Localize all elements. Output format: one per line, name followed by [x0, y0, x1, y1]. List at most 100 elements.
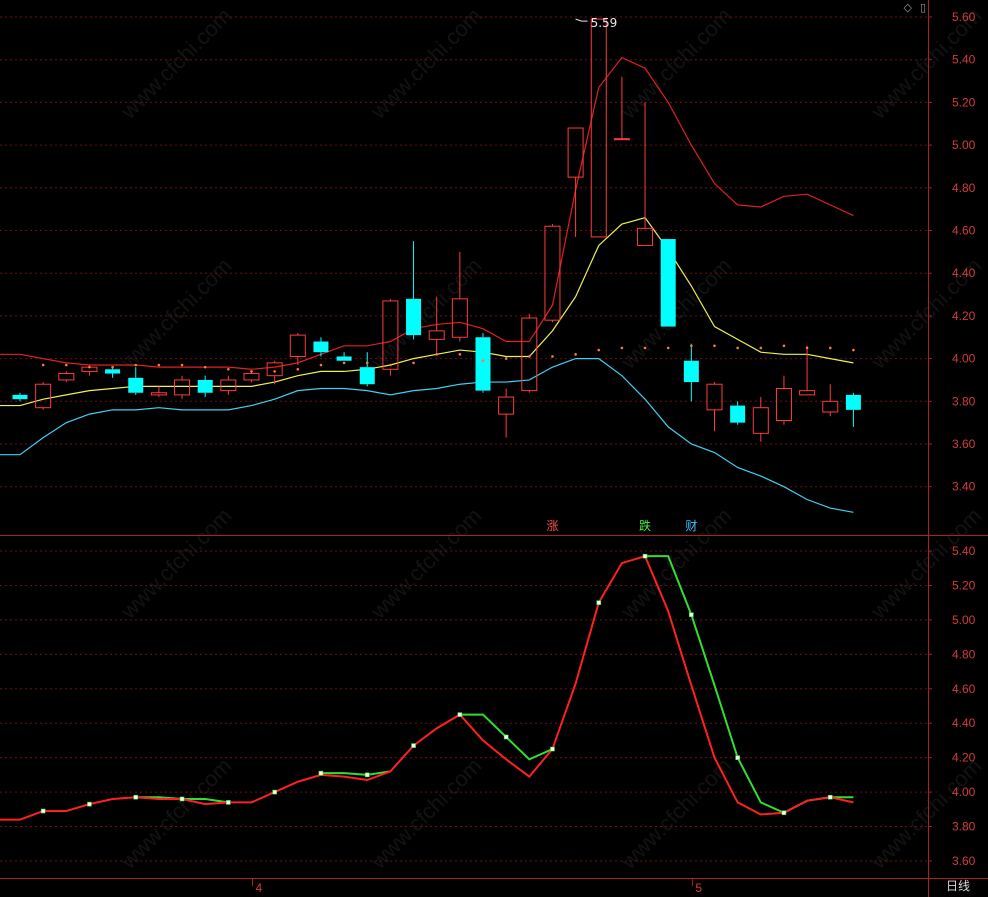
watermark-text: www.cfchi.com [365, 3, 486, 124]
candle[interactable] [243, 371, 260, 383]
candle[interactable] [336, 352, 352, 361]
candle[interactable] [174, 375, 191, 400]
candle-body-down [475, 337, 491, 391]
line-marker [550, 746, 555, 752]
event-marker[interactable]: 跌 [639, 518, 651, 533]
candle-body-down [660, 239, 676, 327]
event-marker[interactable]: 财 [685, 519, 697, 533]
candle[interactable] [706, 382, 723, 432]
y-tick-label: 5.20 [952, 578, 976, 592]
grid-layer [0, 16, 928, 862]
candle-body-up [706, 383, 723, 411]
candle[interactable] [12, 392, 28, 402]
event-marker[interactable]: 涨 [546, 518, 558, 533]
dot-line-point [319, 363, 323, 367]
candle[interactable] [150, 386, 167, 398]
dot-line-point [88, 365, 91, 369]
dot-line-point [805, 346, 809, 350]
candle[interactable] [799, 345, 816, 396]
line-marker [411, 743, 416, 748]
dot-line-point [458, 353, 462, 356]
candle-body-up [58, 373, 75, 381]
y-tick-label: 4.80 [952, 647, 976, 661]
dot-line-point [574, 353, 577, 356]
y-tick-label: 3.60 [952, 437, 976, 451]
candle[interactable] [775, 375, 792, 425]
dot-line-point [759, 346, 763, 350]
y-tick-label: 4.40 [952, 266, 976, 280]
candle[interactable] [105, 367, 121, 378]
line-marker [179, 796, 185, 802]
candle-body-down [313, 341, 329, 353]
candle[interactable] [475, 332, 491, 393]
y-tick-label: 3.40 [952, 480, 976, 494]
dot-line-point [528, 355, 531, 358]
panel-icon[interactable]: ▯ [920, 1, 926, 14]
line-marker [40, 808, 46, 814]
dot-line-point [365, 361, 369, 365]
candle[interactable] [683, 343, 699, 402]
candle[interactable] [544, 224, 561, 323]
dot-line-point [713, 344, 716, 348]
candle-body-up [243, 373, 260, 381]
candle[interactable] [406, 241, 422, 340]
candle[interactable] [498, 388, 515, 438]
line-marker [87, 801, 92, 807]
dot-line-point [134, 363, 138, 367]
candle-body-down [845, 394, 861, 410]
candle[interactable] [845, 392, 861, 427]
dot-line-point [111, 365, 114, 369]
candle[interactable] [730, 401, 746, 425]
dot-line-point [203, 365, 207, 369]
dot-line-point [412, 361, 415, 365]
candle[interactable] [752, 397, 769, 442]
dot-line-point [389, 363, 392, 367]
candle[interactable] [590, 18, 607, 238]
dot-line-point [782, 344, 786, 348]
candle[interactable] [822, 384, 839, 417]
candle[interactable] [660, 239, 676, 327]
panel-frames [0, 0, 988, 897]
dot-line-point [828, 346, 832, 350]
dot-line-point [690, 344, 693, 348]
dot-line-series [41, 344, 855, 373]
line-marker [364, 772, 370, 778]
candle-body-down [128, 377, 144, 393]
line-marker [503, 734, 509, 740]
candle-body-down [12, 394, 28, 400]
line-marker [781, 810, 787, 816]
y-tick-label: 5.40 [952, 53, 976, 67]
candle-body-up [220, 379, 237, 392]
y-tick-label: 4.40 [952, 716, 976, 730]
watermark-text: www.cfchi.com [865, 503, 986, 624]
candle[interactable] [313, 337, 329, 357]
diamond-icon[interactable]: ◇ [904, 1, 912, 14]
candle[interactable] [289, 332, 306, 366]
dot-line-point [643, 346, 647, 350]
y-tick-label: 3.80 [952, 820, 976, 834]
watermark-text: www.cfchi.com [615, 503, 736, 624]
candle-body-down [683, 360, 699, 383]
watermark-text: www.cfchi.com [115, 753, 236, 874]
candle[interactable] [567, 127, 584, 237]
line-marker [318, 770, 324, 776]
candle[interactable] [58, 371, 75, 383]
dot-line-point [180, 363, 184, 367]
candle-body-down [197, 379, 213, 393]
y-tick-label: 5.20 [952, 95, 976, 109]
line-marker [457, 712, 463, 717]
candle-body-down [730, 405, 746, 423]
y-tick-label: 4.80 [952, 181, 976, 195]
period-label[interactable]: 日线 [946, 877, 970, 894]
y-tick-label: 3.80 [952, 394, 976, 408]
dot-line-point [736, 346, 739, 350]
candle[interactable] [220, 375, 237, 395]
y-tick-label: 4.60 [952, 682, 976, 696]
watermark-text: www.cfchi.com [615, 753, 736, 874]
candle[interactable] [35, 382, 52, 410]
dot-line-point [666, 346, 670, 350]
candle-body-up [613, 138, 630, 141]
candle[interactable] [197, 375, 213, 398]
candle-body-up [451, 298, 468, 338]
candle-body-up [752, 407, 769, 434]
